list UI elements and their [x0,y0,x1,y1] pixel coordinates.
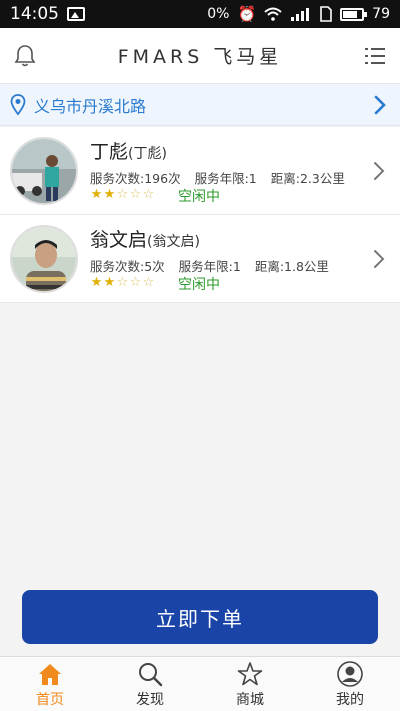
worker-alias: (丁彪) [128,146,167,162]
nav-label: 首页 [36,692,64,708]
worker-list: 丁彪(丁彪) 服务次数:196次 服务年限:1 距离:2.3公里 ★ ★ ☆ ☆ ☆ 空… [0,127,400,303]
worker-row[interactable]: 翁文启(翁文启) 服务次数:5次 服务年限:1 距离:1.8公里 ★ ★ ☆ ☆ ☆ 空… [0,215,400,303]
worker-row[interactable]: 丁彪(丁彪) 服务次数:196次 服务年限:1 距离:2.3公里 ★ ★ ☆ ☆ ☆ 空… [0,127,400,215]
worker-name-text: 丁彪 [90,141,129,163]
location-selector[interactable]: 义乌市丹溪北路 [0,84,400,126]
worker-stats: 服务次数:5次 服务年限:1 距离:1.8公里 [90,256,329,275]
worker-stats: 服务次数:196次 服务年限:1 距离:2.3公里 [90,168,345,187]
star-empty-icon: ☆ [129,275,142,290]
status-bar: 14:05 0% ⏰ 79 [0,0,400,28]
alarm-icon: ⏰ [237,4,257,23]
worker-name: 丁彪(丁彪) [90,137,167,164]
nav-label: 发现 [136,692,164,708]
nav-label: 商城 [236,692,264,708]
rating-stars: ★ ★ ☆ ☆ ☆ [90,187,155,202]
bell-icon[interactable] [12,43,38,69]
nav-label: 我的 [336,692,364,708]
status-badge: 空闲中 [178,277,220,293]
signal-icon [291,8,310,21]
service-count: 服务次数:196次 [90,171,181,186]
star-icon [237,662,263,686]
star-filled-icon: ★ [90,275,103,290]
chevron-right-icon [374,162,385,180]
service-count: 服务次数:5次 [90,259,165,274]
user-icon [337,661,363,687]
wifi-icon [264,7,282,21]
battery-level: 79 [372,6,390,22]
battery-icon [340,7,368,21]
rating-stars: ★ ★ ☆ ☆ ☆ [90,275,155,290]
status-percent: 0% [207,6,230,22]
location-pin-icon [10,93,26,115]
page-title: FMARS 飞马星 [117,46,283,68]
nav-item-mine[interactable]: 我的 [300,657,400,711]
status-time: 14:05 [10,4,59,24]
sim-icon [320,6,332,22]
star-empty-icon: ☆ [129,187,142,202]
list-menu-icon[interactable] [362,43,388,69]
service-years: 服务年限:1 [194,171,257,186]
bottom-nav: 首页 发现 商城 我的 [0,656,400,711]
search-icon [139,663,163,687]
distance: 距离:1.8公里 [254,259,329,274]
nav-item-discover[interactable]: 发现 [100,657,200,711]
service-years: 服务年限:1 [178,259,241,274]
star-empty-icon: ☆ [142,187,155,202]
distance: 距离:2.3公里 [270,171,345,186]
nav-item-mall[interactable]: 商城 [200,657,300,711]
avatar [10,137,78,205]
home-icon [39,664,61,685]
star-empty-icon: ☆ [142,275,155,290]
star-filled-icon: ★ [103,187,116,202]
location-label: 义乌市丹溪北路 [34,96,147,116]
app-header: FMARS 飞马星 [0,28,400,84]
star-empty-icon: ☆ [116,275,129,290]
status-badge: 空闲中 [178,189,220,205]
star-filled-icon: ★ [103,275,116,290]
avatar [10,225,78,293]
order-now-button[interactable]: 立即下单 [22,590,378,644]
worker-name: 翁文启(翁文启) [90,225,200,252]
worker-name-text: 翁文启 [90,229,148,251]
chevron-right-icon [374,95,386,115]
star-empty-icon: ☆ [116,187,129,202]
chevron-right-icon [374,250,385,268]
star-filled-icon: ★ [90,187,103,202]
nav-item-home[interactable]: 首页 [0,657,100,711]
worker-alias: (翁文启) [147,234,200,250]
gallery-notification-icon [67,7,85,21]
